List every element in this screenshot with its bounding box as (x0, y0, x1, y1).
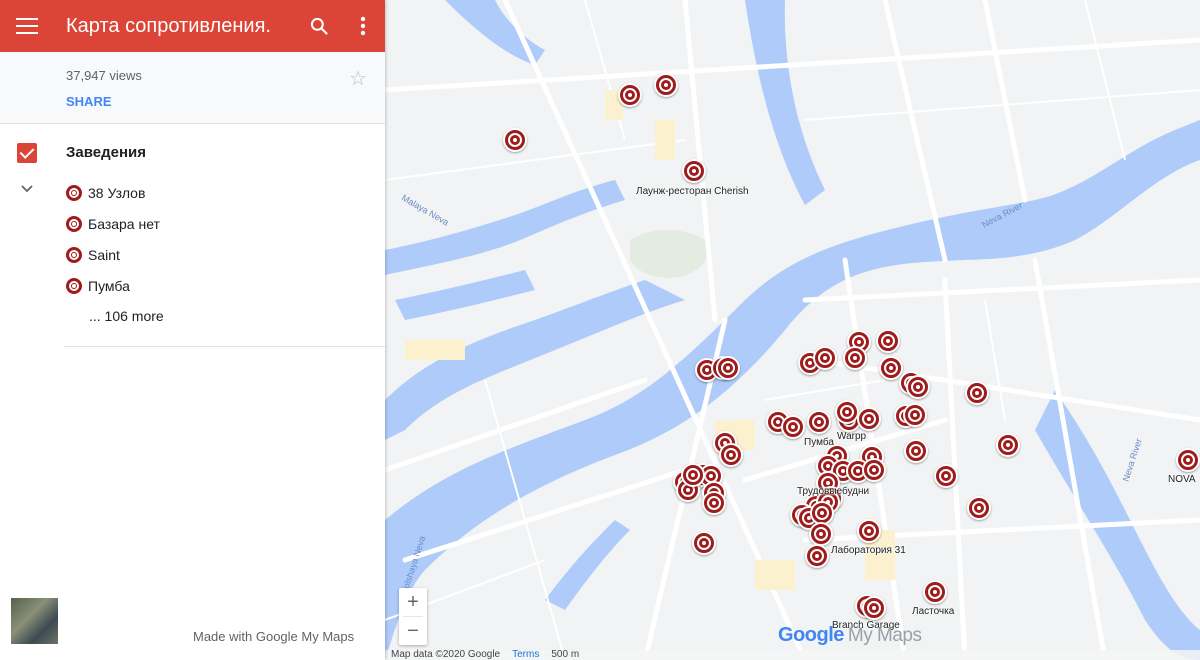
map-marker[interactable] (903, 403, 927, 427)
list-item-label: 38 Узлов (88, 185, 146, 201)
map-marker[interactable] (681, 463, 705, 487)
map-marker[interactable] (702, 491, 726, 515)
map-marker[interactable] (618, 83, 642, 107)
search-icon[interactable] (297, 0, 341, 52)
map-marker[interactable] (805, 544, 829, 568)
scale-label: 500 m (551, 649, 580, 660)
zoom-in-button[interactable]: + (399, 588, 427, 616)
more-vert-icon[interactable] (341, 0, 385, 52)
map-marker[interactable] (654, 73, 678, 97)
map-marker[interactable] (862, 458, 886, 482)
map-marker[interactable] (879, 356, 903, 380)
terms-link[interactable]: Terms (512, 650, 539, 660)
map-label: Warpp (837, 431, 867, 442)
my-maps-wordmark: My Maps (847, 625, 922, 646)
list-item-label: Saint (88, 247, 120, 263)
place-marker-icon (66, 278, 82, 294)
map-label: Лаунж-ресторан Cherish (636, 186, 749, 197)
map-marker[interactable] (716, 356, 740, 380)
map-marker[interactable] (857, 407, 881, 431)
map-marker[interactable] (692, 531, 716, 555)
list-item-label: Базара нет (88, 216, 160, 232)
map-label: Ласточка (912, 606, 955, 617)
map-marker[interactable] (719, 443, 743, 467)
map-marker[interactable] (809, 522, 833, 546)
more-items-link[interactable]: ... 106 more (89, 308, 164, 324)
divider (64, 346, 385, 347)
map-marker[interactable] (682, 159, 706, 183)
map-marker[interactable] (781, 415, 805, 439)
map-label: Трудовыебудни (797, 486, 870, 497)
place-marker-icon (66, 216, 82, 232)
map-marker[interactable] (923, 580, 947, 604)
app-header: Карта сопротивления. (0, 0, 385, 52)
map-marker[interactable] (857, 519, 881, 543)
map-data-text: Map data ©2020 Google (391, 649, 501, 660)
zoom-out-button[interactable]: − (399, 617, 427, 645)
list-item[interactable]: Базара нет (66, 214, 160, 234)
place-marker-icon (66, 185, 82, 201)
map-marker[interactable] (934, 464, 958, 488)
satellite-thumbnail[interactable] (11, 598, 58, 644)
map-marker[interactable] (503, 128, 527, 152)
map-stats: 37,947 views SHARE ☆ (0, 52, 385, 124)
map-marker[interactable] (807, 410, 831, 434)
map-marker[interactable] (876, 329, 900, 353)
star-icon[interactable]: ☆ (349, 66, 367, 91)
map-marker[interactable] (904, 439, 928, 463)
map-label: Пумба (804, 437, 834, 448)
list-item[interactable]: 38 Узлов (66, 183, 145, 203)
chevron-down-icon[interactable] (20, 182, 34, 196)
made-with-label: Made with Google My Maps (193, 629, 355, 644)
zoom-control: + − (399, 588, 427, 645)
list-item[interactable]: Saint (66, 245, 120, 265)
google-wordmark: Google (778, 624, 844, 646)
map-marker[interactable] (1176, 448, 1200, 472)
layer-checkbox[interactable] (17, 143, 37, 163)
google-my-maps-logo: Google My Maps (778, 624, 922, 647)
list-item-label: Пумба (88, 278, 130, 294)
map-title: Карта сопротивления. (66, 14, 271, 37)
share-button[interactable]: SHARE (66, 94, 112, 109)
map-marker[interactable] (843, 346, 867, 370)
map-marker[interactable] (813, 346, 837, 370)
map-label: NOVA (1168, 474, 1196, 485)
layer-name: Заведения (66, 144, 147, 161)
views-count: 37,947 views (66, 68, 142, 83)
map-attribution: Map data ©2020 Google Terms 500 m (385, 650, 1200, 660)
sidebar-panel: Карта сопротивления. 37,947 views SHARE … (0, 0, 385, 660)
list-item[interactable]: Пумба (66, 276, 130, 296)
map-base (385, 0, 1200, 660)
map-marker[interactable] (862, 596, 886, 620)
layer-header: Заведения (0, 140, 385, 166)
app: Malaya Neva Neva River Neva River Bolsha… (0, 0, 1200, 660)
map-marker[interactable] (835, 400, 859, 424)
map-marker[interactable] (965, 381, 989, 405)
menu-icon[interactable] (16, 18, 38, 34)
map-marker[interactable] (996, 433, 1020, 457)
place-marker-icon (66, 247, 82, 263)
map-canvas[interactable]: Malaya Neva Neva River Neva River Bolsha… (385, 0, 1200, 660)
map-label: Лаборатория 31 (831, 545, 906, 556)
map-marker[interactable] (906, 375, 930, 399)
map-marker[interactable] (967, 496, 991, 520)
